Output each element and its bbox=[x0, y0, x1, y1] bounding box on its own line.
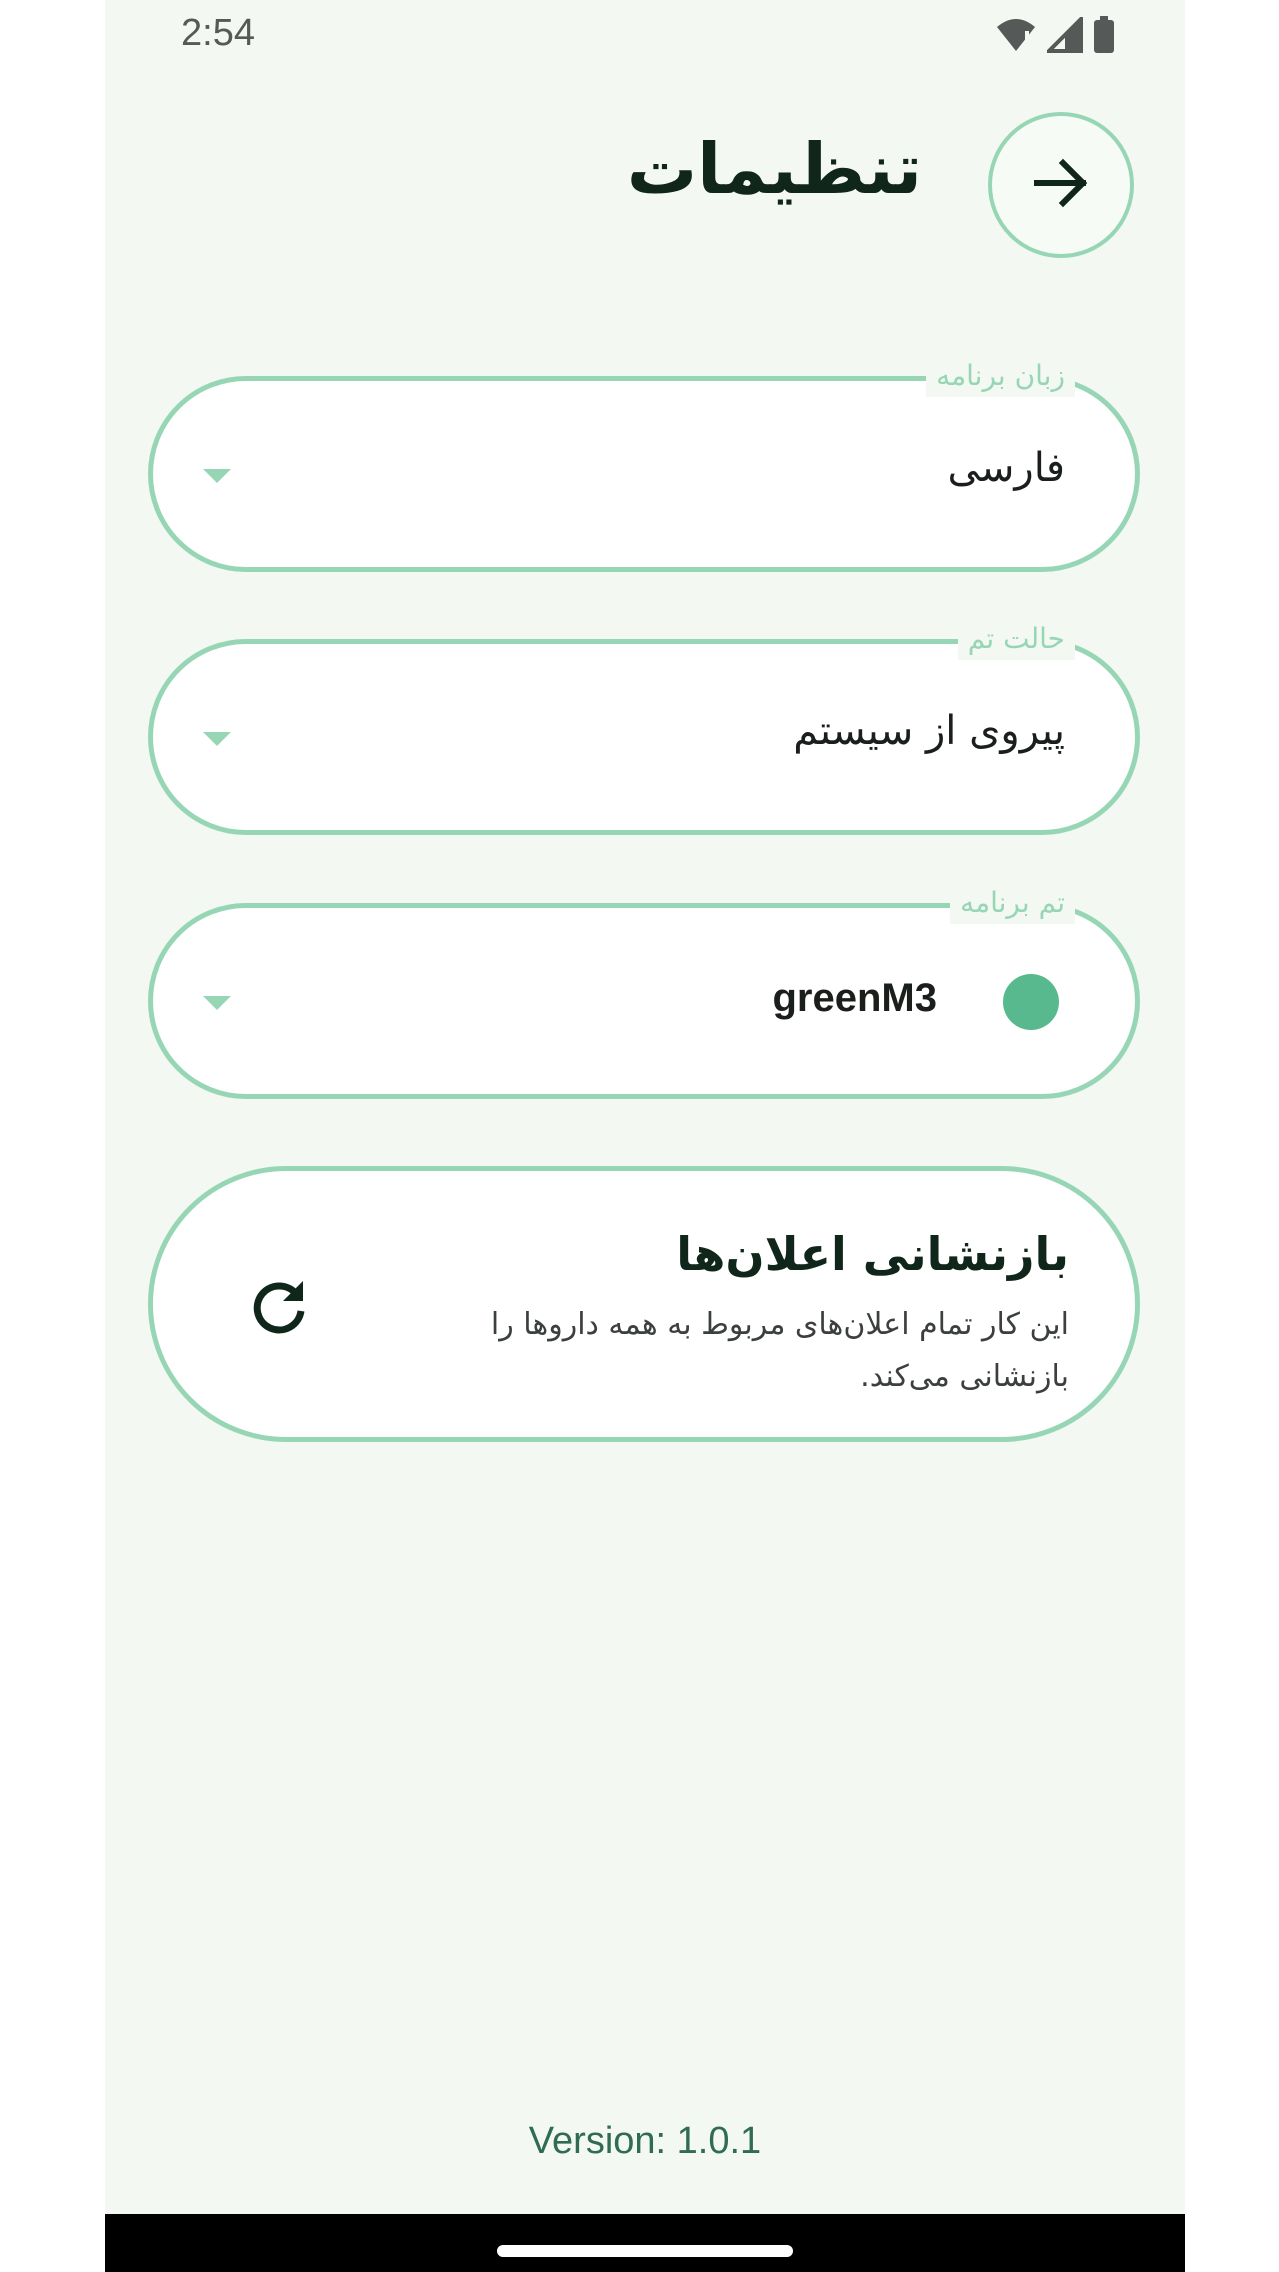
app-theme-dropdown[interactable]: تم برنامه greenM3 bbox=[148, 882, 1140, 1099]
dropdown-arrow-icon bbox=[203, 996, 231, 1010]
theme-mode-label: حالت تم bbox=[957, 618, 1075, 660]
home-gesture-handle[interactable] bbox=[497, 2245, 793, 2257]
status-time: 2:54 bbox=[181, 12, 255, 54]
dropdown-arrow-icon bbox=[203, 469, 231, 483]
signal-icon bbox=[1047, 17, 1083, 53]
navigation-bar bbox=[105, 2214, 1185, 2272]
battery-icon bbox=[1093, 16, 1115, 54]
theme-color-swatch bbox=[1003, 974, 1059, 1030]
dropdown-arrow-icon bbox=[203, 732, 231, 746]
refresh-icon bbox=[247, 1275, 311, 1343]
app-theme-value: greenM3 bbox=[772, 976, 938, 1020]
status-icons bbox=[995, 14, 1115, 56]
arrow-right-icon bbox=[1029, 151, 1093, 219]
back-button[interactable] bbox=[988, 112, 1134, 258]
theme-mode-dropdown[interactable]: حالت تم پیروی از سیستم bbox=[148, 618, 1140, 835]
app-theme-label: تم برنامه bbox=[950, 882, 1075, 924]
status-bar: 2:54 bbox=[105, 0, 1185, 72]
reset-notifications-button[interactable]: بازنشانی اعلان‌ها این کار تمام اعلان‌های… bbox=[148, 1166, 1140, 1442]
theme-mode-value: پیروی از سیستم bbox=[793, 708, 1065, 754]
language-value: فارسی bbox=[947, 445, 1065, 491]
settings-screen: 2:54 تنظیمات زبان برنامه فارسی حالت تم پ… bbox=[105, 0, 1185, 2272]
wifi-alert-icon bbox=[995, 17, 1037, 53]
version-text: Version: 1.0.1 bbox=[528, 2120, 762, 2162]
language-dropdown[interactable]: زبان برنامه فارسی bbox=[148, 355, 1140, 572]
reset-notifications-description: این کار تمام اعلان‌های مربوط به همه دارو… bbox=[490, 1307, 1069, 1394]
page-title: تنظیمات bbox=[626, 128, 922, 210]
language-label: زبان برنامه bbox=[926, 355, 1075, 397]
reset-notifications-title: بازنشانی اعلان‌ها bbox=[676, 1227, 1069, 1281]
